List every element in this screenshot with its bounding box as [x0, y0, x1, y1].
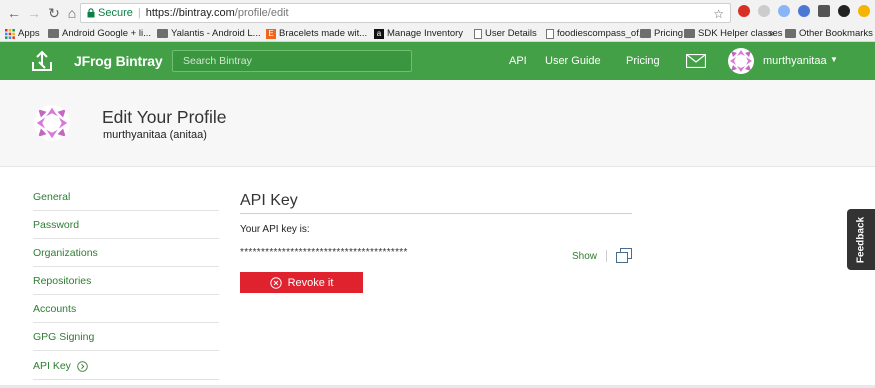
page-icon	[546, 28, 554, 39]
secure-label: Secure	[98, 7, 133, 19]
bookmark-star-icon[interactable]: ☆	[713, 7, 724, 21]
bookmark-label: Android Google + li...	[62, 28, 151, 39]
sidebar-item-label: API Key	[33, 360, 71, 372]
bookmark-foodiescompass[interactable]: foodiescompass_of...	[546, 28, 647, 39]
url-path: /profile/edit	[234, 7, 289, 19]
user-menu-name[interactable]: murthyanitaa	[763, 55, 827, 67]
profile-avatar	[34, 105, 70, 141]
apps-grid-icon	[5, 28, 15, 39]
extension-red-icon[interactable]	[738, 5, 750, 17]
etsy-icon: E	[266, 28, 276, 39]
copy-icon[interactable]	[616, 248, 632, 263]
forward-icon[interactable]: →	[24, 3, 44, 23]
download-icon[interactable]	[818, 5, 830, 17]
user-avatar[interactable]	[728, 48, 754, 74]
extension-moon-icon[interactable]	[758, 5, 770, 17]
home-icon[interactable]: ⌂	[62, 3, 82, 23]
api-key-label: Your API key is:	[240, 224, 310, 235]
bookmarks-overflow-button[interactable]: »	[769, 28, 774, 39]
divider	[33, 210, 219, 211]
extension-puzzle-icon[interactable]	[778, 5, 790, 17]
bookmark-label: »	[769, 28, 775, 39]
browser-toolbar: ← → ↻ ⌂ Secure | https://bintray.com/pro…	[0, 0, 875, 26]
folder-icon	[640, 29, 651, 38]
mail-icon[interactable]	[686, 54, 706, 68]
folder-icon	[48, 29, 59, 38]
bookmark-pricing[interactable]: Pricing	[640, 28, 683, 39]
bookmark-android-google[interactable]: Android Google + li...	[48, 28, 151, 39]
bookmark-sdk-helper[interactable]: SDK Helper classes	[684, 28, 782, 39]
divider	[33, 322, 219, 323]
api-key-value: ****************************************	[240, 247, 408, 258]
section-title: API Key	[240, 192, 298, 209]
chevron-down-icon[interactable]: ▼	[830, 55, 838, 64]
bookmark-bracelets[interactable]: E Bracelets made wit...	[266, 28, 367, 39]
folder-icon	[785, 29, 796, 38]
chevron-right-circle-icon	[77, 361, 88, 372]
bookmark-label: Manage Inventory	[387, 28, 464, 39]
revoke-key-button[interactable]: Revoke it	[240, 272, 363, 293]
divider	[606, 250, 607, 262]
search-input[interactable]: Search Bintray	[172, 50, 412, 72]
folder-icon	[157, 29, 168, 38]
profile-username: murthyanitaa (anitaa)	[103, 129, 207, 141]
extension-icons: ⋮	[738, 5, 875, 17]
bookmarks-bar: Apps Android Google + li... Yalantis - A…	[0, 26, 875, 42]
bookmark-manage-inventory[interactable]: a Manage Inventory	[374, 28, 463, 39]
extension-shield-icon[interactable]	[798, 5, 810, 17]
site-header: JFrog Bintray Search Bintray API User Gu…	[0, 42, 875, 80]
back-icon[interactable]: ←	[4, 3, 24, 23]
nav-link-api[interactable]: API	[509, 55, 527, 67]
bookmark-label: Apps	[18, 28, 40, 39]
nav-link-user-guide[interactable]: User Guide	[545, 55, 601, 67]
extension-gauge-icon[interactable]	[838, 5, 850, 17]
feedback-label: Feedback	[855, 216, 867, 263]
sidebar-item-label: Repositories	[33, 275, 92, 287]
sidebar-item-label: Organizations	[33, 247, 98, 259]
sidebar-item-label: Password	[33, 219, 80, 231]
bookmark-user-details[interactable]: User Details	[474, 28, 537, 39]
divider	[240, 213, 632, 214]
show-key-link[interactable]: Show	[572, 251, 597, 262]
revoke-button-label: Revoke it	[287, 276, 334, 289]
bookmark-label: Bracelets made wit...	[279, 28, 368, 39]
divider	[33, 350, 219, 351]
bookmark-apps[interactable]: Apps	[5, 28, 40, 39]
bookmark-other-bookmarks[interactable]: Other Bookmarks	[785, 28, 873, 39]
url-host: https://bintray.com	[145, 7, 235, 19]
bookmark-label: User Details	[485, 28, 537, 39]
reload-icon[interactable]: ↻	[44, 3, 64, 23]
bookmark-label: foodiescompass_of...	[557, 28, 647, 39]
page-icon	[474, 28, 482, 39]
brand-name[interactable]: JFrog Bintray	[74, 53, 163, 69]
bookmark-yalantis[interactable]: Yalantis - Android L...	[157, 28, 261, 39]
close-circle-icon	[269, 276, 282, 289]
divider	[33, 294, 219, 295]
extension-bulb-icon[interactable]	[858, 5, 870, 17]
sidebar-item-label: Accounts	[33, 303, 77, 315]
folder-icon	[684, 29, 695, 38]
divider	[33, 238, 219, 239]
amazon-icon: a	[374, 28, 384, 39]
bookmark-label: Other Bookmarks	[799, 28, 873, 39]
feedback-tab[interactable]: Feedback	[847, 209, 875, 270]
divider	[33, 379, 219, 380]
bookmark-label: Pricing	[654, 28, 684, 39]
divider	[33, 266, 219, 267]
bintray-logo-icon[interactable]	[30, 49, 54, 73]
sidebar-item-label: General	[33, 191, 71, 203]
address-separator: |	[137, 7, 141, 19]
secure-indicator[interactable]: Secure	[87, 7, 133, 19]
page-title: Edit Your Profile	[102, 107, 227, 127]
sidebar-item-label: GPG Signing	[33, 331, 95, 343]
bookmark-label: Yalantis - Android L...	[171, 28, 261, 39]
address-bar[interactable]: Secure | https://bintray.com/profile/edi…	[80, 3, 731, 23]
nav-link-pricing[interactable]: Pricing	[626, 55, 660, 67]
lock-icon	[87, 8, 95, 18]
